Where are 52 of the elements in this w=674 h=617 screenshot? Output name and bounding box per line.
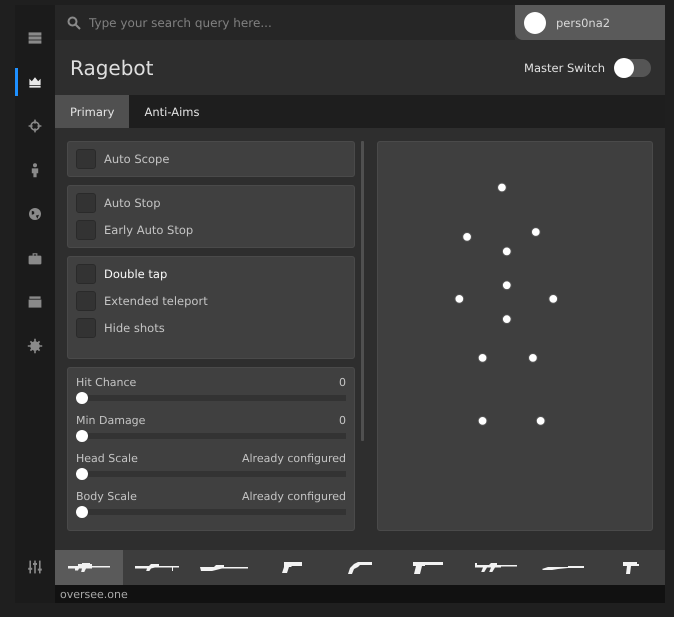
checkbox-label: Auto Scope — [104, 152, 170, 166]
settings-icon — [27, 338, 43, 354]
search-bar[interactable]: Type your search query here... — [55, 5, 515, 40]
pistol-icon — [282, 562, 302, 573]
slider-value: 0 — [339, 376, 346, 389]
checkbox-label: Early Auto Stop — [104, 223, 194, 237]
search-field[interactable]: Type your search query here... — [87, 14, 471, 30]
user-badge[interactable]: pers0na2 — [515, 5, 665, 40]
assault-rifle-icon — [474, 562, 517, 572]
master-switch-label: Master Switch — [524, 60, 605, 74]
checkbox-label: Extended teleport — [104, 294, 208, 308]
checkbox-label: Hide shots — [104, 321, 165, 335]
slider-track[interactable] — [76, 430, 346, 442]
slider-track[interactable] — [76, 392, 346, 404]
checkbox-label: Double tap — [104, 267, 168, 281]
sniper-rifle-icon — [68, 562, 110, 572]
tab[interactable]: Primary — [55, 95, 130, 128]
box-icon — [27, 294, 43, 310]
user-name: pers0na2 — [556, 16, 610, 30]
slider-label: Body Scale — [76, 490, 137, 503]
sniper-rifle-icon — [134, 564, 179, 572]
slider-track[interactable] — [76, 468, 346, 480]
briefcase-icon — [27, 250, 43, 266]
scrollbar[interactable] — [361, 141, 364, 441]
sniper-rifle-icon — [200, 564, 248, 570]
shotgun-icon — [542, 566, 584, 570]
slider-thumb[interactable] — [76, 392, 88, 404]
checkbox-label: Auto Stop — [104, 196, 161, 210]
slider-label: Head Scale — [76, 452, 138, 465]
slider-value: Already configured — [242, 452, 346, 465]
search-icon — [67, 16, 81, 30]
submachine-gun-icon — [623, 562, 640, 574]
weapon-tab[interactable] — [55, 550, 123, 585]
master-switch[interactable] — [615, 58, 651, 76]
sliders-icon — [27, 559, 43, 575]
tab[interactable]: Anti-Aims — [129, 95, 214, 128]
avatar — [524, 12, 546, 34]
slider-value: 0 — [339, 414, 346, 427]
slider-thumb[interactable] — [76, 506, 88, 518]
globe-icon — [27, 206, 43, 222]
slider-value: Already configured — [242, 490, 346, 503]
slider-label: Min Damage — [76, 414, 146, 427]
server-icon — [27, 30, 43, 46]
pistol-icon — [412, 562, 443, 574]
crosshair-icon — [27, 118, 43, 134]
slider-track[interactable] — [76, 506, 346, 518]
revolver-icon — [348, 562, 372, 574]
page-title: Ragebot — [70, 56, 154, 80]
slider-thumb[interactable] — [76, 430, 88, 442]
footer-text: oversee.one — [60, 588, 128, 600]
slider-thumb[interactable] — [76, 468, 88, 480]
slider-label: Hit Chance — [76, 376, 136, 389]
